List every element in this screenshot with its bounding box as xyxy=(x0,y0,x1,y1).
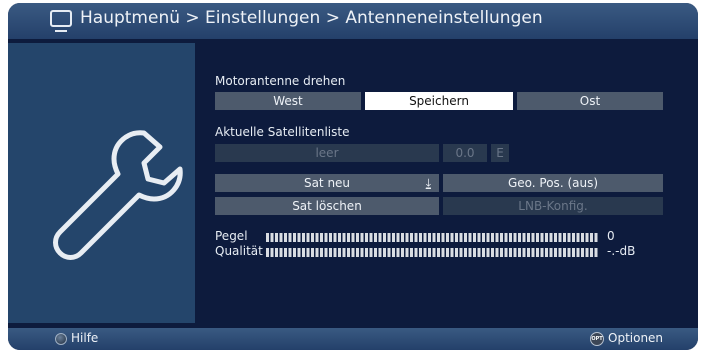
main-content: Motorantenne drehen West Speichern Ost A… xyxy=(195,43,698,323)
motor-label: Motorantenne drehen xyxy=(215,74,346,88)
satellite-direction: E xyxy=(491,144,509,162)
qualitaet-label: Qualität xyxy=(215,244,263,258)
west-button[interactable]: West xyxy=(215,92,361,110)
qualitaet-meter xyxy=(266,248,599,257)
breadcrumb: Hauptmenü > Einstellungen > Antenneneins… xyxy=(80,8,543,28)
download-icon: ⤓ xyxy=(425,176,431,190)
ost-button[interactable]: Ost xyxy=(517,92,663,110)
screen: Hauptmenü > Einstellungen > Antenneneins… xyxy=(8,3,698,350)
speichern-button[interactable]: Speichern xyxy=(365,92,513,110)
options-label: Optionen xyxy=(608,331,664,345)
left-panel xyxy=(8,43,195,323)
lnb-konfig-button[interactable]: LNB-Konfig. xyxy=(443,197,663,215)
sat-neu-button[interactable]: Sat neu ⤓ xyxy=(215,174,439,192)
satellite-position: 0.0 xyxy=(443,144,487,162)
footer-bar: Hilfe OPT Optionen xyxy=(8,328,698,350)
header-bar: Hauptmenü > Einstellungen > Antenneneins… xyxy=(8,3,698,39)
pegel-value: 0 xyxy=(607,229,615,243)
pegel-meter xyxy=(266,233,599,242)
sat-neu-label: Sat neu xyxy=(303,176,351,190)
pegel-label: Pegel xyxy=(215,229,248,243)
sat-loeschen-button[interactable]: Sat löschen xyxy=(215,197,439,215)
satellite-field[interactable]: leer xyxy=(215,144,439,162)
qualitaet-value: -.-dB xyxy=(607,244,636,258)
satlist-label: Aktuelle Satellitenliste xyxy=(215,125,350,139)
help-label: Hilfe xyxy=(71,331,99,345)
wrench-icon xyxy=(53,130,183,260)
tv-icon xyxy=(50,10,72,32)
options-button-icon[interactable]: OPT xyxy=(590,332,604,346)
geo-pos-button[interactable]: Geo. Pos. (aus) xyxy=(443,174,663,192)
help-button-icon[interactable] xyxy=(55,333,67,345)
